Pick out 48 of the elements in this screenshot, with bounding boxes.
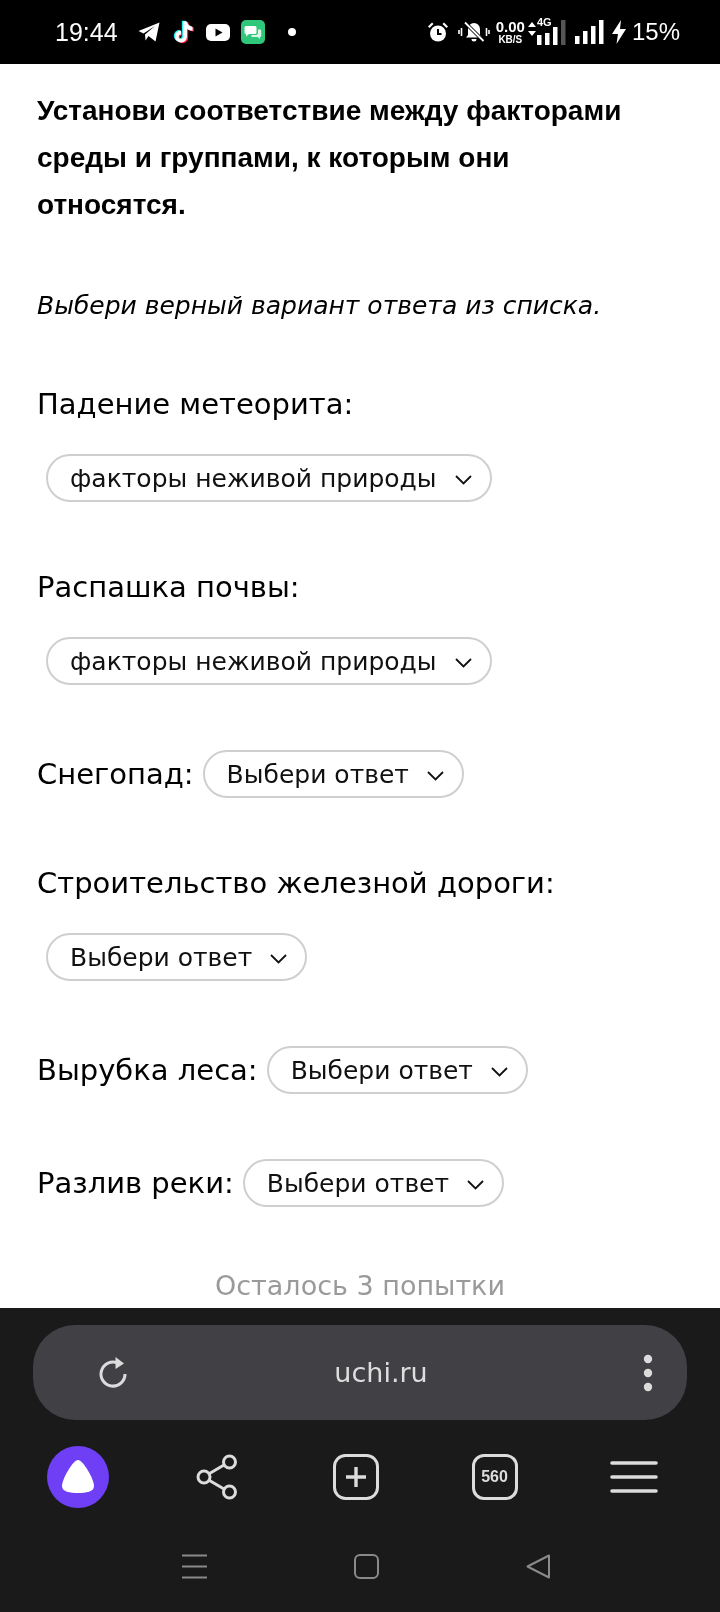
factor-label: Падение метеорита: (37, 386, 354, 423)
network-speed-unit: KB/S (498, 33, 523, 45)
chevron-down-icon (467, 1180, 485, 1190)
answer-dropdown[interactable]: факторы неживой природы (46, 637, 492, 685)
share-icon[interactable] (194, 1454, 239, 1500)
paper-plane-icon (137, 22, 160, 42)
plus-square-icon[interactable] (332, 1454, 379, 1500)
tab-count-button[interactable]: 560 (471, 1454, 518, 1500)
answer-dropdown[interactable]: Выбери ответ (242, 1159, 505, 1207)
answer-dropdown[interactable]: Выбери ответ (202, 750, 464, 798)
signal-icon (536, 19, 567, 45)
up-down-arrows-icon (527, 22, 536, 36)
music-note-icon (172, 20, 194, 44)
bell-off-icon (457, 21, 490, 43)
factor-label: Разлив реки: (37, 1165, 234, 1202)
answer-dropdown[interactable]: Выбери ответ (46, 933, 308, 981)
instruction-text: Выбери верный вариант ответа из списка. (37, 290, 603, 322)
network-type: 4G (536, 16, 552, 28)
chevron-down-icon (270, 954, 288, 964)
menu-icon[interactable] (609, 1460, 658, 1494)
chevron-down-icon (454, 475, 472, 485)
video-play-icon (205, 23, 230, 41)
reload-icon[interactable] (97, 1355, 129, 1390)
factor-label: Распашка почвы: (37, 569, 300, 606)
battery-percent: 15% (631, 18, 680, 46)
factor-label: Вырубка леса: (37, 1052, 258, 1089)
alarm-clock-icon (426, 21, 449, 43)
back-icon[interactable] (525, 1553, 551, 1579)
factor-label: Строительство железной дороги: (37, 865, 555, 902)
recents-icon[interactable] (181, 1553, 207, 1579)
home-icon[interactable] (353, 1553, 379, 1579)
attempts-remaining-text: Осталось 3 попытки (214, 1269, 506, 1303)
dot-icon (287, 28, 296, 36)
charging-bolt-icon (611, 20, 626, 44)
signal-icon (574, 20, 604, 44)
factor-label: Снегопад: (37, 756, 194, 793)
question-text: Установи соответствие между факторами среды и группами, к которым они относятся. (37, 94, 623, 222)
address-bar[interactable]: uchi.ru (33, 1325, 687, 1420)
chevron-down-icon (426, 771, 444, 781)
status-time: 19:44 (55, 18, 118, 46)
chat-bubbles-icon (240, 20, 265, 44)
more-icon[interactable] (643, 1353, 653, 1392)
chevron-down-icon (454, 658, 472, 668)
triangle-logo-icon[interactable] (46, 1446, 109, 1508)
answer-dropdown[interactable]: Выбери ответ (266, 1046, 528, 1094)
chevron-down-icon (490, 1067, 508, 1077)
answer-dropdown[interactable]: факторы неживой природы (46, 454, 492, 502)
network-speed-value: 0.00 (495, 19, 525, 34)
